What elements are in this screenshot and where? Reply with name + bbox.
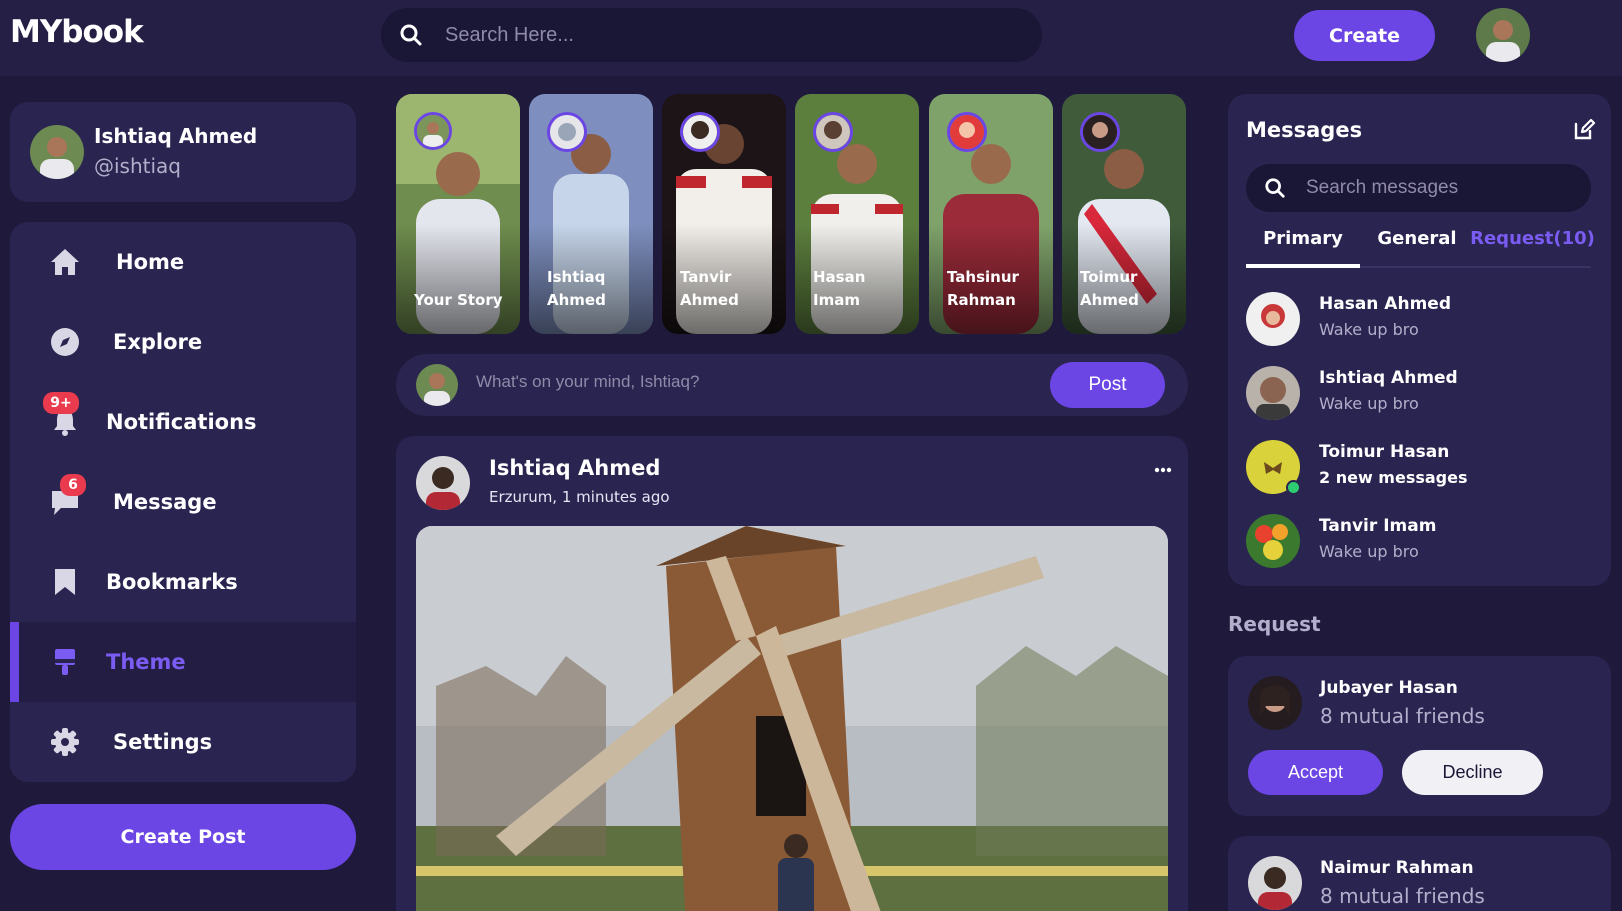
request-mutual-friends: 8 mutual friends (1320, 884, 1485, 908)
story-card[interactable]: Ishtiaq Ahmed (529, 94, 653, 334)
request-mutual-friends: 8 mutual friends (1320, 704, 1485, 728)
request-name[interactable]: Naimur Rahman (1320, 858, 1474, 878)
edit-icon[interactable] (1572, 118, 1598, 144)
post-meta: Erzurum, 1 minutes ago (489, 488, 670, 506)
story-avatar (547, 112, 587, 152)
story-card[interactable]: Tahsinur Rahman (929, 94, 1053, 334)
message-item[interactable]: Ishtiaq Ahmed Wake up bro (1246, 366, 1591, 426)
messages-panel: Messages Primary General Request(10) Has… (1228, 94, 1611, 586)
create-button[interactable]: Create (1294, 10, 1435, 61)
story-name: Hasan Imam (813, 268, 866, 309)
message-preview: Wake up bro (1319, 320, 1419, 339)
friend-request-card: Naimur Rahman 8 mutual friends (1228, 836, 1611, 911)
home-icon (48, 245, 82, 279)
create-post-button[interactable]: Create Post (10, 804, 356, 870)
message-item[interactable]: Toimur Hasan 2 new messages (1246, 440, 1591, 500)
more-horizontal-icon[interactable] (1150, 460, 1176, 480)
profile-avatar (30, 125, 84, 179)
story-card[interactable]: Your Story (396, 94, 520, 334)
story-avatar (947, 112, 987, 152)
sidebar-item-label: Notifications (106, 410, 257, 434)
profile-card[interactable]: Ishtiaq Ahmed @ishtiaq (10, 102, 356, 202)
notifications-badge: 9+ (43, 392, 79, 414)
message-avatar (1246, 292, 1300, 346)
global-search-input[interactable] (445, 23, 985, 47)
request-heading: Request (1228, 612, 1321, 636)
message-search-input[interactable] (1306, 177, 1576, 199)
sidebar-item-bookmarks[interactable]: Bookmarks (10, 542, 356, 622)
palette-icon (48, 645, 82, 679)
message-tabs: Primary General Request(10) (1246, 228, 1595, 268)
message-sender: Ishtiaq Ahmed (1319, 368, 1458, 388)
tab-primary[interactable]: Primary (1246, 228, 1360, 268)
decline-button[interactable]: Decline (1402, 750, 1543, 795)
sidebar-item-label: Home (116, 250, 185, 274)
message-sender: Toimur Hasan (1319, 442, 1450, 462)
global-search-bar[interactable] (381, 8, 1042, 62)
sidebar-item-notifications[interactable]: 9+ Notifications (10, 382, 356, 462)
sidebar-item-label: Bookmarks (106, 570, 238, 594)
message-sender: Tanvir Imam (1319, 516, 1437, 536)
composer-avatar (416, 364, 458, 406)
message-avatar (1246, 514, 1300, 568)
message-badge: 6 (60, 474, 86, 496)
post-button[interactable]: Post (1050, 362, 1165, 408)
message-item[interactable]: Tanvir Imam Wake up bro (1246, 514, 1591, 574)
message-avatar (1246, 366, 1300, 420)
gear-icon (48, 725, 82, 759)
post-author-name[interactable]: Ishtiaq Ahmed (489, 456, 660, 480)
message-preview: Wake up bro (1319, 394, 1419, 413)
sidebar-item-message[interactable]: 6 Message (10, 462, 356, 542)
story-card[interactable]: Hasan Imam (795, 94, 919, 334)
sidebar-item-home[interactable]: Home (10, 222, 356, 302)
app-logo[interactable]: MYbook (10, 14, 144, 50)
search-icon (400, 24, 422, 46)
story-name: Tahsinur Rahman (947, 268, 1019, 309)
post-composer: Post (396, 354, 1188, 416)
request-avatar[interactable] (1248, 676, 1302, 730)
search-icon (1265, 178, 1285, 198)
story-name: Tanvir Ahmed (680, 268, 739, 309)
sidebar-menu: Home Explore 9+ Notifications 6 Message … (10, 222, 356, 782)
story-avatar (1080, 112, 1120, 152)
message-preview: Wake up bro (1319, 542, 1419, 561)
message-search-bar[interactable] (1246, 164, 1591, 212)
user-avatar[interactable] (1476, 8, 1530, 62)
story-avatar (680, 112, 720, 152)
sidebar-item-explore[interactable]: Explore (10, 302, 356, 382)
feed-post: Ishtiaq Ahmed Erzurum, 1 minutes ago (396, 436, 1188, 911)
post-image[interactable] (416, 526, 1168, 911)
friend-request-card: Jubayer Hasan 8 mutual friends Accept De… (1228, 656, 1611, 816)
sidebar-item-label: Theme (106, 650, 186, 674)
story-name: Your Story (414, 291, 503, 309)
sidebar-item-label: Message (113, 490, 217, 514)
message-sender: Hasan Ahmed (1319, 294, 1451, 314)
messages-title: Messages (1246, 118, 1363, 142)
compass-icon (48, 325, 82, 359)
online-status-indicator (1286, 480, 1301, 495)
post-author-avatar[interactable] (416, 456, 470, 510)
story-name: Ishtiaq Ahmed (547, 268, 606, 309)
request-avatar[interactable] (1248, 856, 1302, 910)
sidebar-item-label: Settings (113, 730, 213, 754)
accept-button[interactable]: Accept (1248, 750, 1383, 795)
tab-general[interactable]: General (1360, 228, 1474, 268)
story-name: Toimur Ahmed (1080, 268, 1139, 309)
top-navbar: MYbook Create (0, 0, 1622, 76)
composer-input[interactable] (476, 372, 1016, 392)
story-card[interactable]: Toimur Ahmed (1062, 94, 1186, 334)
request-name[interactable]: Jubayer Hasan (1320, 678, 1458, 698)
tab-request[interactable]: Request(10) (1470, 228, 1595, 268)
message-preview: 2 new messages (1319, 468, 1468, 487)
bookmark-icon (48, 565, 82, 599)
profile-name: Ishtiaq Ahmed (94, 124, 258, 148)
story-avatar (813, 112, 853, 152)
story-card[interactable]: Tanvir Ahmed (662, 94, 786, 334)
message-item[interactable]: Hasan Ahmed Wake up bro (1246, 292, 1591, 352)
sidebar-item-label: Explore (113, 330, 203, 354)
profile-handle: @ishtiaq (94, 154, 182, 178)
sidebar-item-theme[interactable]: Theme (10, 622, 356, 702)
sidebar-item-settings[interactable]: Settings (10, 702, 356, 782)
story-avatar (414, 112, 452, 150)
